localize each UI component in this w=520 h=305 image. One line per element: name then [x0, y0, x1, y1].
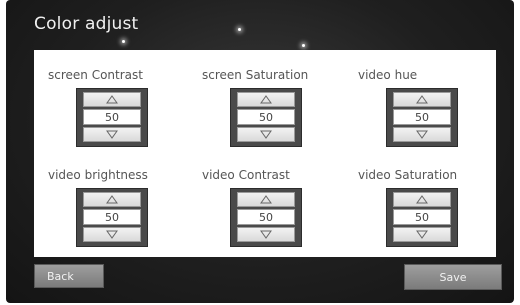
- page-title: Color adjust: [34, 14, 139, 34]
- control-label: screen Saturation: [202, 68, 309, 82]
- back-button[interactable]: Back: [34, 264, 104, 288]
- decrement-button[interactable]: [83, 127, 141, 142]
- control-label: video hue: [358, 68, 418, 82]
- value-stepper: 50: [230, 88, 302, 147]
- value-display: 50: [237, 209, 295, 225]
- value-stepper: 50: [76, 88, 148, 147]
- value-display: 50: [393, 209, 451, 225]
- value-stepper: 50: [386, 188, 458, 247]
- triangle-down-icon: [260, 230, 272, 239]
- sparkle-decoration: [122, 40, 125, 43]
- controls-panel: screen Contrast 50 screen Saturation 50: [34, 50, 496, 257]
- sparkle-decoration: [238, 28, 241, 31]
- value-display: 50: [393, 109, 451, 125]
- control-label: video Contrast: [202, 168, 290, 182]
- increment-button[interactable]: [237, 192, 295, 207]
- value-stepper: 50: [386, 88, 458, 147]
- triangle-up-icon: [106, 195, 118, 204]
- decrement-button[interactable]: [83, 227, 141, 242]
- triangle-up-icon: [260, 95, 272, 104]
- sparkle-decoration: [302, 44, 305, 47]
- increment-button[interactable]: [393, 192, 451, 207]
- triangle-down-icon: [106, 230, 118, 239]
- increment-button[interactable]: [393, 92, 451, 107]
- triangle-down-icon: [106, 130, 118, 139]
- triangle-up-icon: [106, 95, 118, 104]
- control-label: video Saturation: [358, 168, 458, 182]
- decrement-button[interactable]: [393, 127, 451, 142]
- triangle-down-icon: [416, 130, 428, 139]
- value-display: 50: [83, 109, 141, 125]
- increment-button[interactable]: [237, 92, 295, 107]
- triangle-up-icon: [260, 195, 272, 204]
- triangle-up-icon: [416, 95, 428, 104]
- decrement-button[interactable]: [237, 227, 295, 242]
- control-label: video brightness: [48, 168, 148, 182]
- increment-button[interactable]: [83, 192, 141, 207]
- value-stepper: 50: [76, 188, 148, 247]
- value-display: 50: [83, 209, 141, 225]
- increment-button[interactable]: [83, 92, 141, 107]
- color-adjust-screen: Color adjust screen Contrast 50 screen S…: [6, 0, 514, 303]
- triangle-down-icon: [416, 230, 428, 239]
- control-label: screen Contrast: [48, 68, 143, 82]
- value-display: 50: [237, 109, 295, 125]
- triangle-down-icon: [260, 130, 272, 139]
- triangle-up-icon: [416, 195, 428, 204]
- decrement-button[interactable]: [393, 227, 451, 242]
- save-button[interactable]: Save: [404, 264, 502, 290]
- value-stepper: 50: [230, 188, 302, 247]
- decrement-button[interactable]: [237, 127, 295, 142]
